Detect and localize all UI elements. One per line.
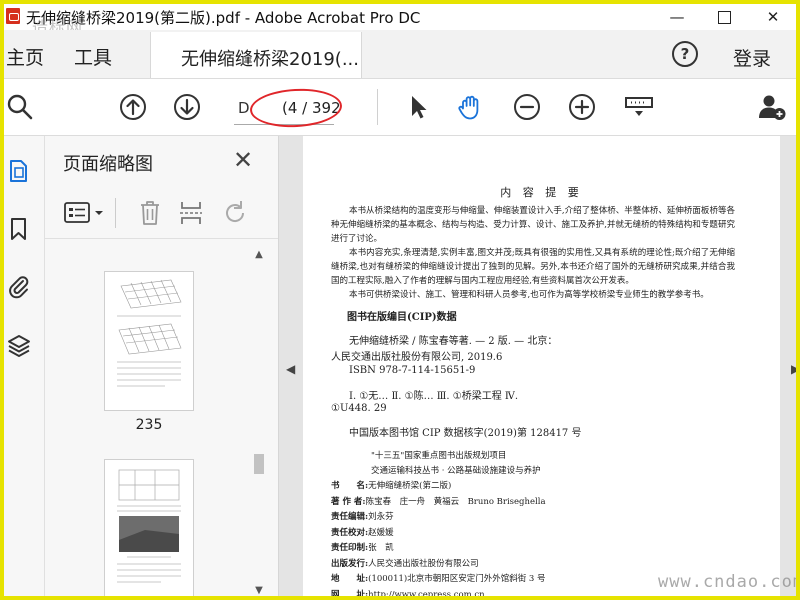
- info-row: 责任编辑:刘永芬: [331, 510, 394, 522]
- thumbnail-list: 235: [45, 244, 270, 596]
- zoom-out-icon[interactable]: [513, 93, 541, 121]
- series-line: 交通运输科技丛书 · 公路基础设施建设与养护: [371, 466, 541, 476]
- document-page: 内 容 提 要 本书从桥梁结构的温度变形与伸缩量、伸缩装置设计入手,介绍了整体桥…: [303, 136, 780, 600]
- cip-line: 无伸缩缝桥梁 / 陈宝春等著. — 2 版. — 北京：: [349, 336, 558, 347]
- cip-verification: 中国版本图书馆 CIP 数据核字(2019)第 128417 号: [349, 428, 582, 439]
- tools-tab[interactable]: 工具: [74, 43, 112, 70]
- info-value: 陈宝春 庄一舟 黄福云 Bruno Briseghella: [365, 496, 546, 507]
- bookmark-icon[interactable]: [6, 216, 32, 242]
- next-page-icon[interactable]: [173, 93, 201, 121]
- cip-isbn: ISBN 978-7-114-15651-9: [349, 365, 476, 376]
- cip-line: 人民交通出版社股份有限公司, 2019.6: [331, 352, 503, 363]
- info-key: 责任编辑:: [331, 512, 369, 522]
- info-value: 人民交通出版社股份有限公司: [368, 558, 479, 569]
- thumbnail-scroll-thumb[interactable]: [254, 454, 264, 474]
- extract-page-icon[interactable]: [178, 199, 204, 227]
- thumbnail-page-image: [117, 279, 182, 387]
- delete-page-icon[interactable]: [137, 199, 163, 227]
- window-title: 无伸缩缝桥梁2019(第二版).pdf - Adobe Acrobat Pro …: [26, 9, 421, 27]
- info-row: 责任校对:赵媛媛: [331, 526, 394, 538]
- page-display-icon[interactable]: [623, 93, 655, 121]
- abstract-paragraph: 本书可供桥梁设计、施工、管理和科研人员参考,也可作为高等学校桥梁专业师生的教学参…: [349, 290, 709, 300]
- toolbar: D (4 / 392: [4, 79, 796, 136]
- toolbar-divider: [377, 89, 378, 125]
- info-key: 著 作 者:: [331, 496, 366, 507]
- abstract-paragraph: 本书从桥梁结构的温度变形与伸缩量、伸缩装置设计入手,介绍了整体桥、半整体桥、延伸…: [331, 206, 735, 244]
- info-value: http://www.cepress.com.cn: [368, 589, 485, 600]
- hand-tool-icon[interactable]: [456, 93, 484, 121]
- thumbnail-page-label: 235: [135, 417, 163, 433]
- previous-page-icon[interactable]: [119, 93, 147, 121]
- home-tab[interactable]: 主页: [6, 43, 44, 70]
- abstract-title: 内 容 提 要: [500, 186, 583, 199]
- minimize-icon: —: [669, 8, 685, 26]
- zoom-in-icon[interactable]: [568, 93, 596, 121]
- layers-icon[interactable]: [6, 333, 32, 359]
- page-thumbnail[interactable]: [105, 272, 193, 410]
- info-value: 刘永芬: [368, 512, 394, 522]
- maximize-button[interactable]: [701, 4, 747, 30]
- scroll-down-icon[interactable]: ▼: [252, 584, 266, 596]
- info-key: 责任印制:: [331, 543, 369, 553]
- rotate-page-icon[interactable]: [221, 199, 249, 227]
- page-thumbnail[interactable]: [105, 460, 193, 596]
- thumbnail-options-icon[interactable]: [63, 200, 107, 226]
- info-row: 书 名:无伸缩缝桥梁(第二版): [331, 479, 451, 491]
- panel-title: 页面缩略图: [63, 154, 153, 175]
- acrobat-pdf-icon: [6, 8, 20, 24]
- cip-title: 图书在版编目(CIP)数据: [347, 312, 457, 323]
- minimize-button[interactable]: —: [654, 4, 700, 30]
- thumbnail-page-image: [117, 469, 181, 583]
- login-button[interactable]: 登录: [733, 44, 771, 71]
- info-key: 出版发行:: [331, 558, 369, 569]
- panel-toolbar: [45, 188, 278, 239]
- series-line: "十三五"国家重点图书出版规划项目: [371, 451, 507, 461]
- info-row: 著 作 者:陈宝春 庄一舟 黄福云 Bruno Briseghella: [331, 495, 546, 507]
- cip-classification: ①U448. 29: [331, 403, 387, 414]
- info-key: 地 址:: [331, 574, 369, 584]
- help-icon[interactable]: ?: [672, 41, 698, 67]
- info-row: 出版发行:人民交通出版社股份有限公司: [331, 557, 479, 569]
- info-key: 网 址:: [331, 589, 369, 600]
- watermark-bottom: www.cndao.com: [658, 572, 800, 592]
- close-panel-icon[interactable]: ✕: [233, 146, 253, 174]
- select-cursor-icon[interactable]: [404, 93, 432, 121]
- info-row: 网 址:http://www.cepress.com.cn: [331, 588, 485, 600]
- add-user-icon[interactable]: [756, 93, 788, 121]
- info-row: 责任印制:张 凯: [331, 541, 394, 553]
- collapse-left-icon[interactable]: ◀: [286, 362, 295, 376]
- document-tab-label: 无伸缩缝桥梁2019(...: [181, 49, 359, 70]
- info-value: (100011)北京市朝阳区安定门外外馆斜街 3 号: [368, 574, 546, 584]
- close-icon: ✕: [766, 8, 780, 26]
- page-number-input[interactable]: D: [238, 99, 250, 117]
- info-key: 书 名:: [331, 481, 369, 491]
- title-bar: 无伸缩缝桥梁2019(第二版).pdf - Adobe Acrobat Pro …: [4, 4, 796, 37]
- search-icon[interactable]: [6, 93, 34, 121]
- pages-icon[interactable]: [6, 158, 32, 184]
- scroll-up-icon[interactable]: ▲: [252, 248, 266, 262]
- info-key: 责任校对:: [331, 527, 369, 538]
- document-area: ◀ ▶ 内 容 提 要 本书从桥梁结构的温度变形与伸缩量、伸缩装置设计入手,介绍…: [279, 136, 796, 600]
- info-row: 地 址:(100011)北京市朝阳区安定门外外馆斜街 3 号: [331, 572, 546, 584]
- info-value: 张 凯: [368, 543, 394, 553]
- document-tab[interactable]: 无伸缩缝桥梁2019(...: [150, 32, 362, 78]
- panel-divider: [115, 198, 116, 228]
- info-value: 无伸缩缝桥梁(第二版): [368, 481, 452, 491]
- collapse-right-icon[interactable]: ▶: [791, 362, 796, 376]
- thumbnail-scrollbar[interactable]: ▲ ▼: [252, 248, 266, 596]
- attachment-icon[interactable]: [6, 274, 32, 300]
- close-window-button[interactable]: ✕: [750, 4, 796, 30]
- info-value: 赵媛媛: [368, 527, 394, 538]
- abstract-paragraph: 本书内容充实,条理清楚,实例丰富,图文并茂;既具有很强的实用性,又具有系统的理论…: [331, 248, 735, 286]
- maximize-icon: [717, 10, 731, 24]
- tab-bar: 主页 工具 无伸缩缝桥梁2019(... ? 登录: [4, 30, 796, 79]
- cip-classification: Ⅰ. ①无… Ⅱ. ①陈… Ⅲ. ①桥梁工程 Ⅳ.: [349, 391, 519, 402]
- left-rail: [4, 136, 45, 596]
- app-window: 无伸缩缝桥梁2019(第二版).pdf - Adobe Acrobat Pro …: [0, 0, 800, 600]
- thumbnails-panel: 页面缩略图 ✕ 235 ▲ ▼: [45, 136, 279, 596]
